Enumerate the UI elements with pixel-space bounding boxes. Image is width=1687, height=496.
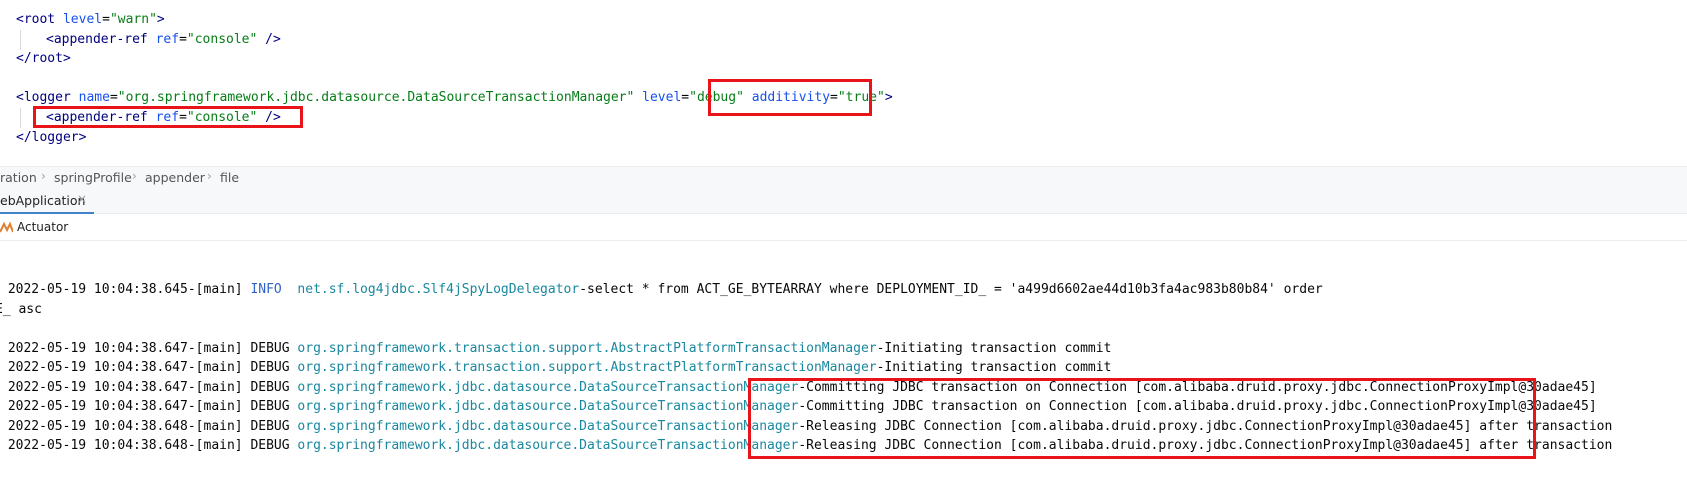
chevron-right-icon: › (207, 169, 212, 183)
indent-guide (20, 108, 21, 128)
xml-equals: = (179, 32, 187, 47)
xml-attr-value: "org.springframework.jdbc.datasource.Dat… (117, 90, 635, 105)
run-tab-label: ebApplication (0, 193, 86, 208)
log-logger: org.springframework.transaction.support.… (297, 341, 877, 356)
highlight-box-additivity (708, 79, 872, 116)
run-tab-active[interactable]: ebApplication × (0, 189, 94, 214)
code-editor[interactable]: <root level="warn"> <appender-ref ref="c… (0, 0, 1687, 170)
log-logger: org.springframework.jdbc.datasource.Data… (297, 380, 799, 395)
log-level: DEBUG (250, 438, 290, 453)
xml-tag-name: root (23, 12, 56, 27)
xml-attr-value: "console" (186, 32, 258, 47)
indent-guide (20, 30, 21, 50)
console-output[interactable]: 2022-05-19 10:04:38.645-[main] INFO net.… (0, 241, 1687, 496)
code-line-root-open: <root level="warn"> (16, 10, 165, 30)
log-level: DEBUG (250, 360, 290, 375)
xml-equals: = (681, 90, 690, 105)
log-logger: org.springframework.jdbc.datasource.Data… (297, 399, 799, 414)
log-line: 2022-05-19 10:04:38.647-[main] DEBUG org… (0, 339, 1112, 359)
log-level: DEBUG (250, 419, 290, 434)
log-logger: org.springframework.transaction.support.… (297, 360, 877, 375)
xml-bracket: > (156, 12, 165, 27)
log-message: -select * from ACT_GE_BYTEARRAY where DE… (579, 282, 1323, 297)
actuator-label: Actuator (17, 220, 69, 234)
xml-attr-value: "warn" (109, 12, 157, 27)
log-line: 2022-05-19 10:04:38.647-[main] DEBUG org… (0, 358, 1112, 378)
highlight-box-transaction-logs (748, 378, 1536, 459)
run-tool-window-tabs: ebApplication × (0, 189, 1687, 214)
code-line-root-close: </root> (16, 51, 71, 66)
log-timestamp: 2022-05-19 10:04:38.648-[main] (0, 419, 251, 434)
highlight-box-appender-ref (33, 106, 303, 128)
xml-bracket: < (46, 32, 54, 47)
log-level: DEBUG (250, 341, 290, 356)
chevron-right-icon: › (132, 169, 137, 183)
code-line-root-appender: <appender-ref ref="console" /> (46, 30, 281, 50)
breadcrumb-item-springprofile[interactable]: springProfile (54, 170, 132, 185)
close-icon[interactable]: × (77, 192, 87, 206)
log-logger: org.springframework.jdbc.datasource.Data… (297, 419, 799, 434)
log-message: -Initiating transaction commit (876, 341, 1112, 356)
breadcrumb-item-configuration[interactable]: ration (0, 170, 37, 185)
log-timestamp: 2022-05-19 10:04:38.647-[main] (0, 399, 251, 414)
log-timestamp: 2022-05-19 10:04:38.648-[main] (0, 438, 251, 453)
log-timestamp: 2022-05-19 10:04:38.645-[main] (0, 282, 251, 297)
xml-tag-name: appender-ref (53, 32, 148, 47)
xml-attr-name: level (62, 12, 103, 27)
log-timestamp: 2022-05-19 10:04:38.647-[main] (0, 360, 251, 375)
xml-attr-name: name (78, 90, 110, 105)
actuator-tab[interactable]: Actuator (0, 214, 68, 240)
xml-bracket: > (884, 90, 893, 105)
xml-attr-name: level (642, 90, 682, 105)
xml-attr-name: ref (155, 32, 180, 47)
console-toolbar: Actuator (0, 214, 1687, 241)
log-message: -Initiating transaction commit (876, 360, 1112, 375)
breadcrumb-item-appender[interactable]: appender (145, 170, 205, 185)
breadcrumb: ration › springProfile › appender › file (0, 166, 1687, 190)
xml-self-close: /> (257, 32, 281, 47)
breadcrumb-item-file[interactable]: file (220, 170, 239, 185)
log-timestamp: 2022-05-19 10:04:38.647-[main] (0, 380, 251, 395)
actuator-icon (0, 221, 13, 233)
xml-tag-name: logger (23, 90, 71, 105)
xml-equals: = (102, 12, 110, 27)
log-logger: net.sf.log4jdbc.Slf4jSpyLogDelegator (297, 282, 580, 297)
log-level: DEBUG (250, 399, 290, 414)
log-line: 2022-05-19 10:04:38.645-[main] INFO net.… (0, 280, 1323, 300)
log-level: INFO (250, 282, 290, 297)
log-logger: org.springframework.jdbc.datasource.Data… (297, 438, 799, 453)
code-line-logger-close: </logger> (16, 130, 87, 145)
chevron-right-icon: › (41, 169, 46, 183)
xml-bracket: < (16, 90, 24, 105)
log-level: DEBUG (250, 380, 290, 395)
xml-bracket: < (16, 12, 24, 27)
xml-equals: = (109, 90, 118, 105)
log-line-wrap: E_ asc (0, 302, 42, 317)
log-timestamp: 2022-05-19 10:04:38.647-[main] (0, 341, 251, 356)
